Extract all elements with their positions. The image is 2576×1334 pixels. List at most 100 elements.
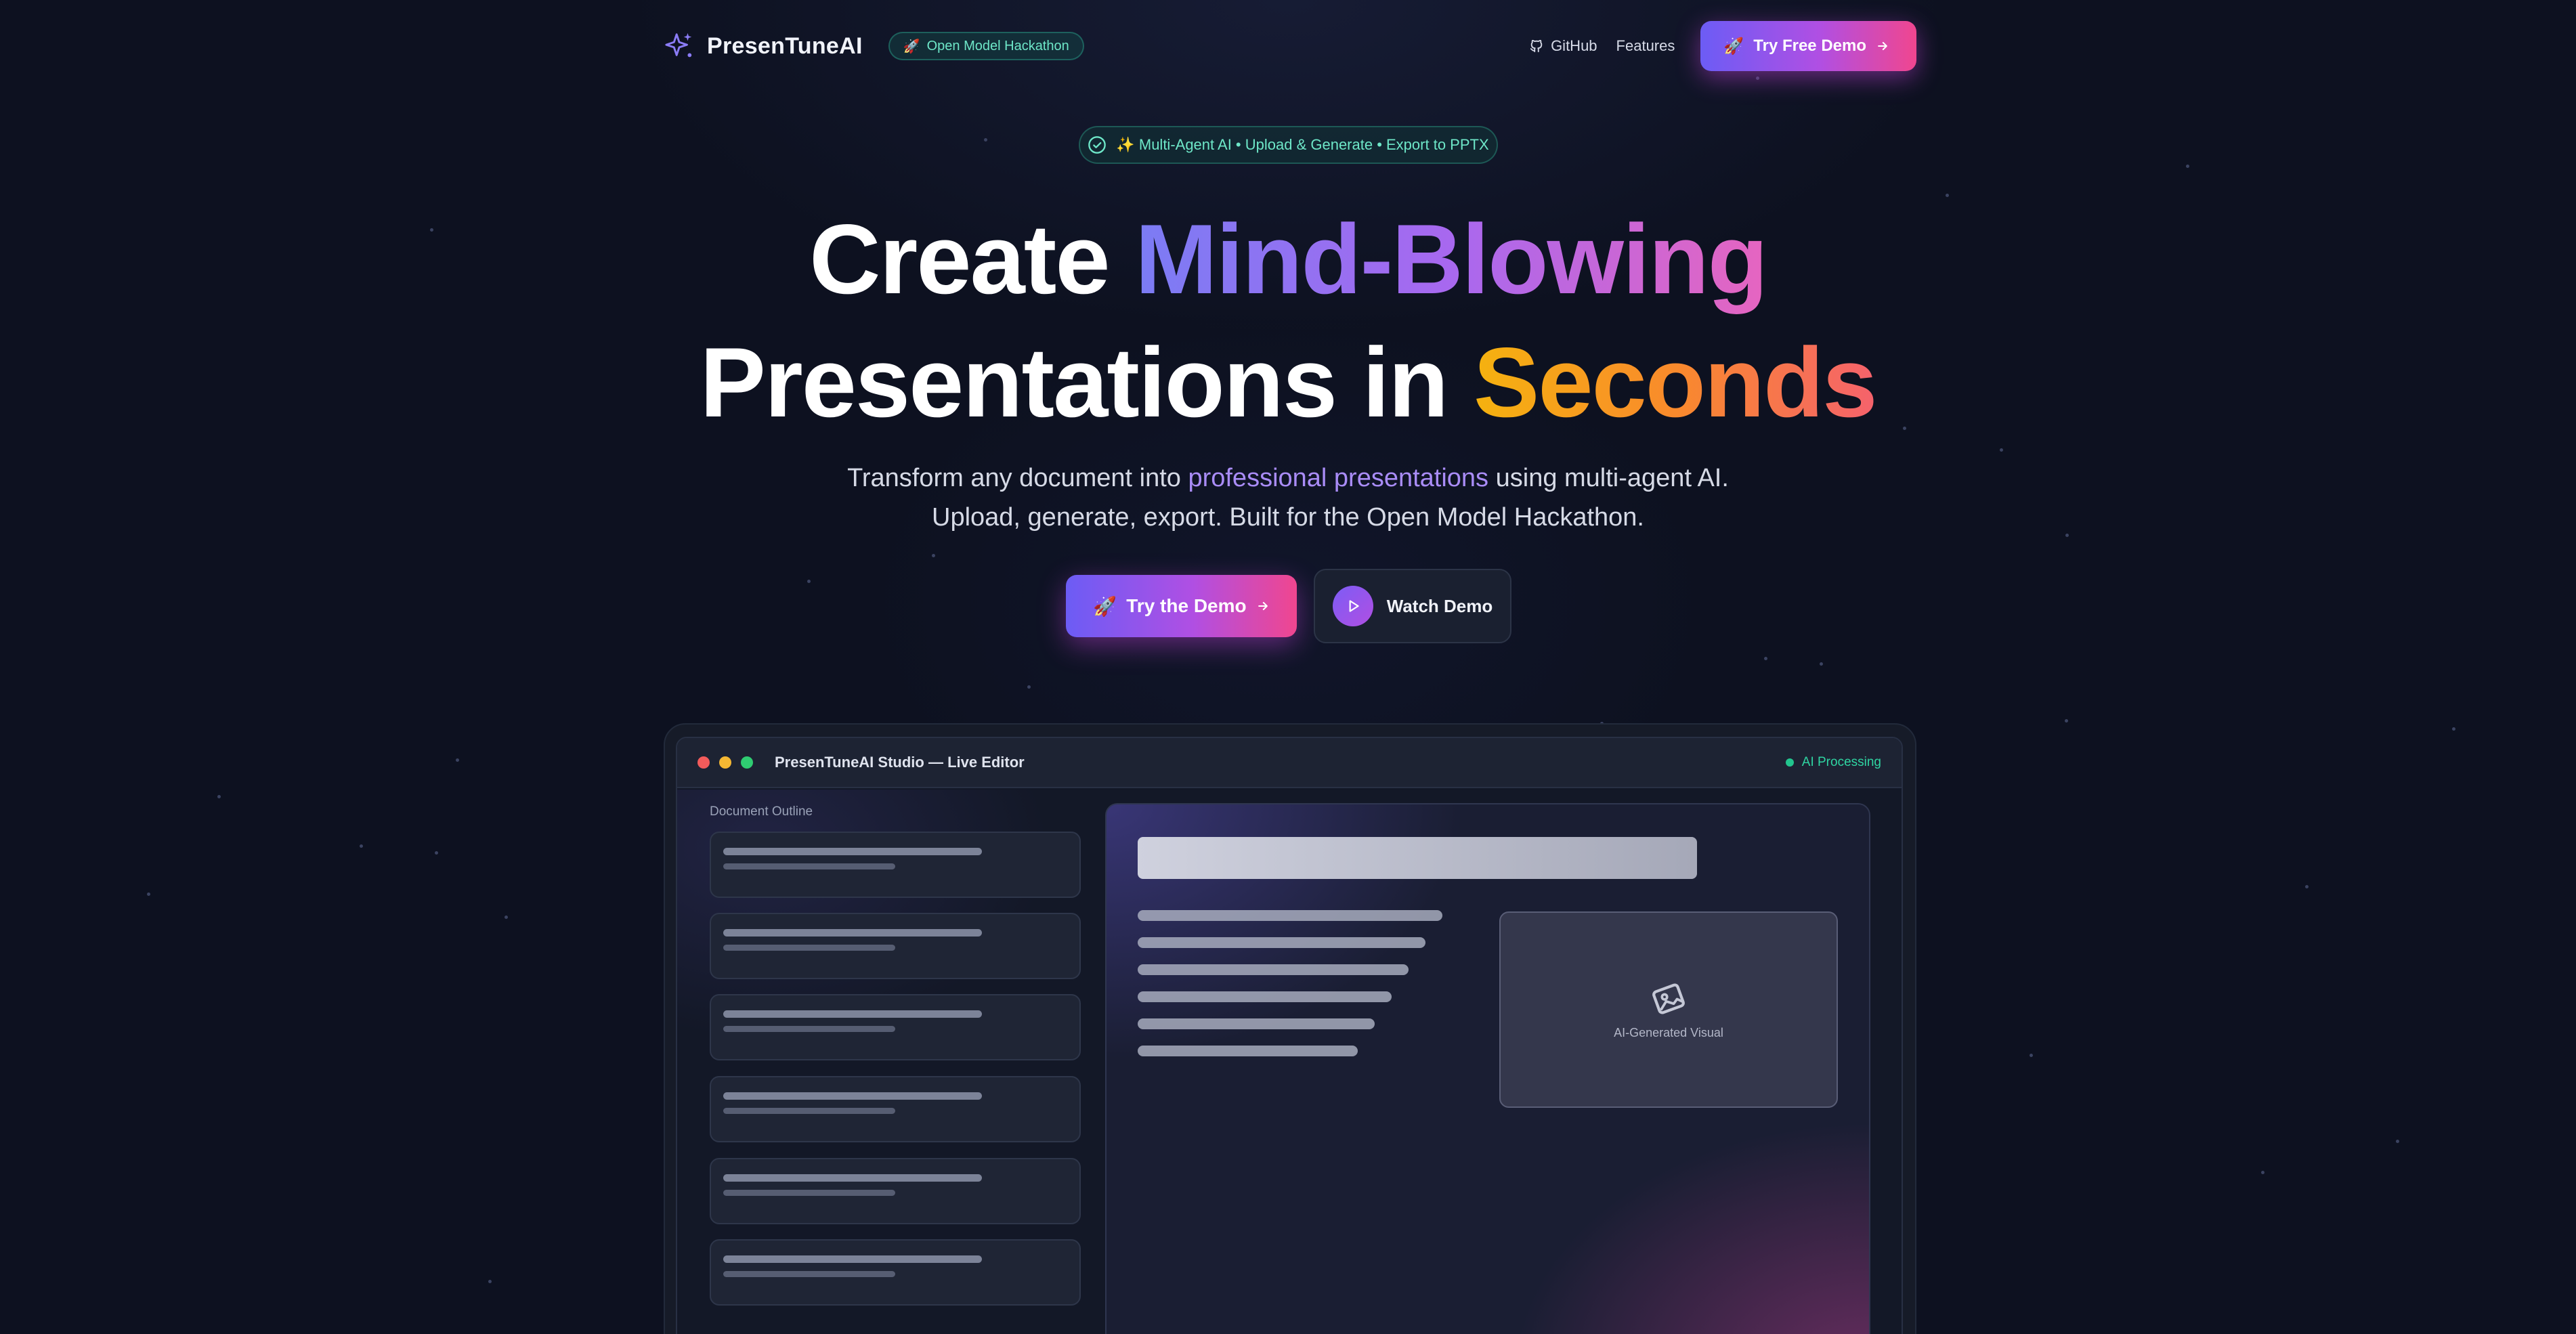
background-star	[456, 758, 459, 762]
hero-title-line-2: Presentations in Seconds	[0, 333, 2576, 432]
brand[interactable]: PresenTuneAI	[664, 30, 863, 62]
slide-text-placeholder	[1138, 991, 1392, 1002]
slide-text-placeholder	[1138, 964, 1409, 975]
outline-title-placeholder	[723, 1255, 982, 1263]
slide-text-placeholder	[1138, 1018, 1375, 1029]
image-icon	[1652, 983, 1685, 1014]
sparkle-logo-icon	[665, 33, 692, 58]
background-star	[2000, 448, 2003, 452]
window-close-dot	[697, 756, 710, 769]
background-star	[1027, 685, 1031, 689]
hero-subtitle-line-1: Transform any document into professional…	[0, 458, 2576, 498]
outline-item[interactable]	[710, 994, 1081, 1060]
ai-processing-label: AI Processing	[1801, 755, 1881, 769]
github-icon	[1530, 39, 1543, 53]
watch-demo-label: Watch Demo	[1386, 595, 1493, 616]
slide-text-placeholder	[1138, 1046, 1358, 1056]
outline-title-placeholder	[723, 1092, 982, 1100]
background-star	[1756, 77, 1759, 80]
background-star	[217, 795, 221, 798]
background-star	[360, 844, 363, 848]
rocket-icon: 🚀	[1723, 37, 1744, 56]
background-star	[984, 138, 987, 142]
check-circle-icon	[1088, 136, 1107, 154]
outline-subtitle-placeholder	[723, 863, 895, 869]
slide-canvas[interactable]: AI-Generated Visual	[1105, 803, 1870, 1334]
rocket-icon: 🚀	[1093, 595, 1117, 617]
nav-link-label: Features	[1616, 37, 1675, 54]
outline-item[interactable]	[710, 1158, 1081, 1224]
outline-subtitle-placeholder	[723, 1271, 895, 1277]
try-the-demo-button[interactable]: 🚀 Try the Demo	[1066, 575, 1297, 637]
background-star	[2065, 719, 2068, 723]
brand-name: PresenTuneAI	[707, 33, 863, 59]
hero-subtitle-line-2: Upload, generate, export. Built for the …	[932, 503, 1644, 532]
outline-subtitle-placeholder	[723, 1190, 895, 1196]
slide-text-placeholder	[1138, 937, 1425, 948]
ai-generated-visual-label: AI-Generated Visual	[1614, 1025, 1723, 1039]
outline-title-placeholder	[723, 1010, 982, 1018]
outline-subtitle-placeholder	[723, 1108, 895, 1114]
outline-item[interactable]	[710, 1076, 1081, 1142]
background-star	[435, 851, 438, 855]
editor-preview-window: PresenTuneAI Studio — Live Editor AI Pro…	[676, 737, 1903, 1334]
arrow-right-icon	[1878, 41, 1887, 51]
ai-processing-status: AI Processing	[1785, 755, 1881, 770]
try-free-demo-label: Try Free Demo	[1753, 37, 1866, 55]
hero-title-plain: Create	[809, 204, 1136, 314]
background-star	[1820, 662, 1823, 666]
nav-right: GitHub Features 🚀 Try Free Demo	[1529, 21, 1916, 71]
hero-title-line-1: Create Mind-Blowing	[0, 210, 2576, 309]
outline-title-placeholder	[723, 1174, 982, 1182]
hackathon-badge-label: Open Model Hackathon	[926, 38, 1069, 53]
background-star	[488, 1280, 492, 1283]
background-star	[932, 554, 935, 557]
background-star	[2305, 885, 2309, 888]
watch-demo-button[interactable]: Watch Demo	[1314, 569, 1511, 643]
nav-link-features[interactable]: Features	[1616, 37, 1675, 55]
background-star	[1946, 194, 1949, 197]
try-the-demo-label: Try the Demo	[1126, 595, 1247, 616]
background-star	[807, 580, 811, 583]
status-dot-icon	[1785, 758, 1794, 767]
subtitle-text: Transform any document into	[847, 464, 1188, 492]
play-icon	[1332, 586, 1373, 626]
outline-subtitle-placeholder	[723, 945, 895, 951]
hero-title-plain: Presentations in	[700, 327, 1474, 437]
nav-link-label: GitHub	[1551, 37, 1597, 54]
top-navbar: PresenTuneAI 🚀 Open Model Hackathon GitH…	[664, 20, 1916, 72]
slide-text-placeholder	[1138, 910, 1442, 921]
arrow-right-icon	[1258, 601, 1268, 611]
subtitle-highlight: professional presentations	[1188, 464, 1489, 492]
outline-item[interactable]	[710, 832, 1081, 898]
background-star	[2452, 727, 2455, 731]
window-minimize-dot	[719, 756, 731, 769]
hackathon-badge: 🚀 Open Model Hackathon	[888, 32, 1084, 60]
outline-item[interactable]	[710, 913, 1081, 979]
editor-window-title: PresenTuneAI Studio — Live Editor	[775, 754, 1025, 771]
ai-generated-visual[interactable]: AI-Generated Visual	[1499, 911, 1838, 1108]
try-free-demo-button[interactable]: 🚀 Try Free Demo	[1700, 21, 1916, 71]
editor-titlebar: PresenTuneAI Studio — Live Editor AI Pro…	[677, 738, 1902, 788]
background-star	[2261, 1171, 2264, 1174]
background-star	[2396, 1140, 2399, 1143]
rocket-icon: 🚀	[903, 39, 920, 54]
nav-link-github[interactable]: GitHub	[1529, 37, 1597, 55]
background-star	[2030, 1054, 2033, 1057]
slide-title-placeholder	[1138, 837, 1697, 879]
subtitle-text: using multi-agent AI.	[1488, 464, 1729, 492]
background-star	[1764, 657, 1767, 660]
outline-title-placeholder	[723, 929, 982, 937]
document-outline-label: Document Outline	[710, 804, 813, 819]
hero-title-gradient: Mind-Blowing	[1135, 204, 1768, 314]
outline-item[interactable]	[710, 1239, 1081, 1306]
background-star	[147, 892, 150, 896]
background-star	[2186, 165, 2189, 168]
features-pill: ✨ Multi-Agent AI • Upload & Generate • E…	[1079, 126, 1498, 164]
background-star	[505, 916, 508, 919]
outline-subtitle-placeholder	[723, 1026, 895, 1032]
window-maximize-dot	[741, 756, 753, 769]
hero-title-gradient: Seconds	[1473, 327, 1878, 437]
features-pill-label: ✨ Multi-Agent AI • Upload & Generate • E…	[1116, 136, 1489, 153]
outline-title-placeholder	[723, 848, 982, 855]
